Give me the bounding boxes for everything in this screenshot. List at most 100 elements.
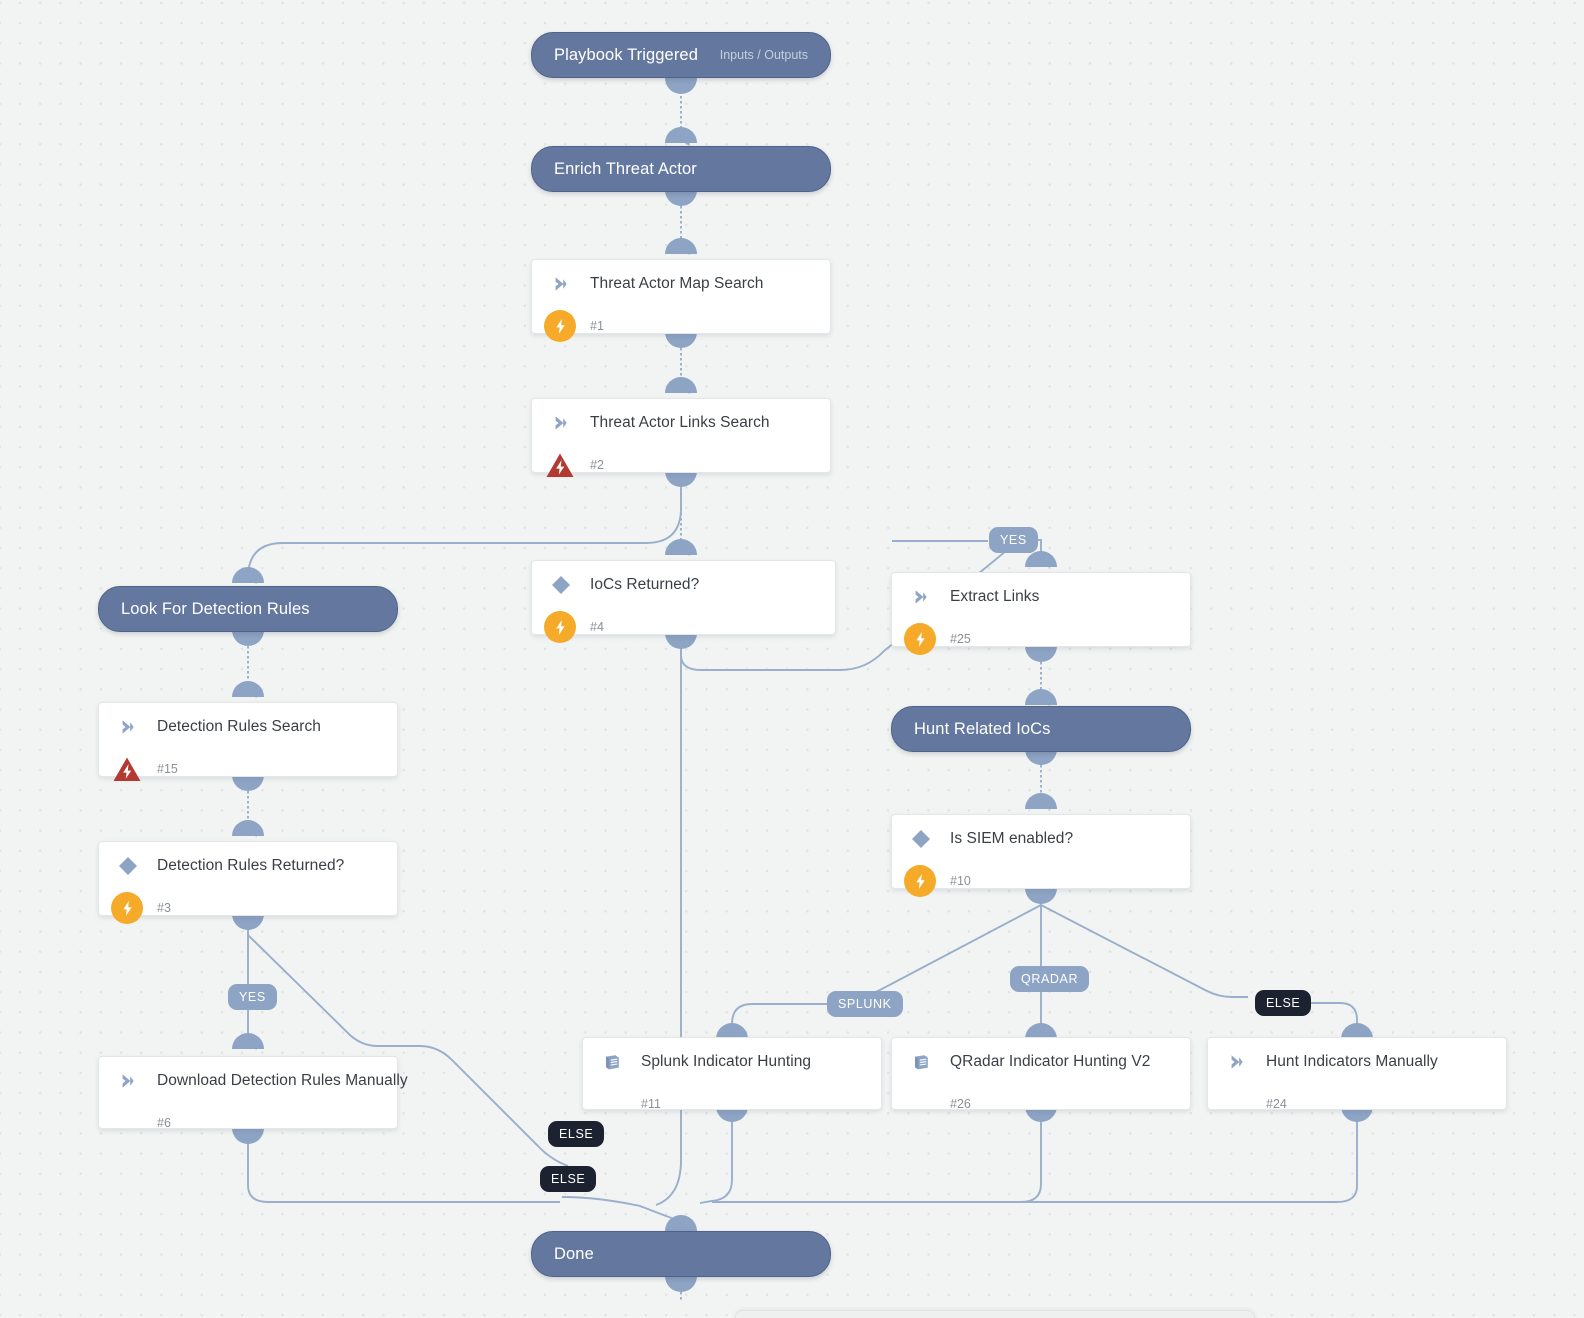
task-number: #4 (590, 620, 604, 634)
task-card-header: Detection Rules Search (99, 703, 397, 751)
edge-label-text: ELSE (559, 1127, 594, 1141)
task-number: #11 (641, 1097, 661, 1111)
phase-title: Hunt Related IoCs (914, 719, 1051, 738)
status-badge-slot (908, 1091, 934, 1117)
task-title: Download Detection Rules Manually (157, 1072, 408, 1089)
task-title: QRadar Indicator Hunting V2 (950, 1053, 1151, 1070)
phase-node-hunt-related-iocs[interactable]: Hunt Related IoCs (891, 706, 1191, 752)
task-number: #1 (590, 319, 604, 333)
chevron-right-icon (115, 714, 141, 740)
task-title: Hunt Indicators Manually (1266, 1053, 1438, 1070)
edge-label-else-manual-hunt[interactable]: ELSE (1255, 990, 1312, 1016)
task-card[interactable]: Hunt Indicators Manually #24 (1207, 1037, 1507, 1111)
status-badge-slot (544, 611, 576, 643)
status-warning-bolt-icon (111, 753, 143, 783)
task-card-footer: #6 (99, 1105, 397, 1141)
status-badge-slot (904, 623, 936, 655)
task-card-footer: #15 (99, 751, 397, 787)
status-ok-bolt-icon (544, 310, 576, 342)
edge-label-text: QRADAR (1021, 972, 1079, 986)
phase-title: Playbook Triggered (554, 45, 698, 64)
book-subplaybook-icon (908, 1049, 934, 1075)
diamond-condition-icon (908, 826, 934, 852)
task-card[interactable]: Detection Rules Search #15 (98, 702, 398, 781)
task-title: Threat Actor Map Search (590, 275, 764, 292)
task-card[interactable]: QRadar Indicator Hunting V2 #26 (891, 1037, 1191, 1111)
task-title: Threat Actor Links Search (590, 414, 770, 431)
task-number: #6 (157, 1116, 171, 1130)
status-badge-slot (113, 756, 141, 782)
task-card[interactable]: Threat Actor Map Search #1 (531, 259, 831, 342)
edge-label-yes-download-rules[interactable]: YES (228, 984, 277, 1010)
task-number: #2 (590, 458, 604, 472)
chevron-right-icon (548, 410, 574, 436)
phase-node-done[interactable]: Done (531, 1231, 831, 1277)
task-card-footer: #10 (892, 863, 1190, 899)
task-card[interactable]: Detection Rules Returned? #3 (98, 841, 398, 924)
phase-node-enrich-threat-actor[interactable]: Enrich Threat Actor (531, 146, 831, 192)
task-card-footer: #2 (532, 447, 830, 483)
edge-label-else-iocs-returned[interactable]: ELSE (548, 1121, 605, 1147)
task-card[interactable]: Is SIEM enabled? #10 (891, 814, 1191, 897)
diamond-condition-icon (115, 853, 141, 879)
task-card-header: Threat Actor Map Search (532, 260, 830, 308)
edge-label-splunk[interactable]: SPLUNK (827, 991, 903, 1017)
diamond-condition-icon (548, 572, 574, 598)
task-card[interactable]: Threat Actor Links Search #2 (531, 398, 831, 477)
task-card-header: Splunk Indicator Hunting (583, 1038, 881, 1086)
task-title: Detection Rules Returned? (157, 857, 345, 874)
edge-label-text: ELSE (551, 1172, 586, 1186)
task-title: Detection Rules Search (157, 718, 321, 735)
task-card-footer: #3 (99, 890, 397, 926)
status-badge-slot (546, 452, 574, 478)
status-ok-bolt-icon (544, 611, 576, 643)
task-title: IoCs Returned? (590, 576, 700, 593)
task-card-header: Is SIEM enabled? (892, 815, 1190, 863)
chevron-right-icon (548, 271, 574, 297)
task-number: #26 (950, 1097, 971, 1111)
task-card-footer: #26 (892, 1086, 1190, 1122)
task-card-footer: #11 (583, 1086, 881, 1122)
task-card-header: QRadar Indicator Hunting V2 (892, 1038, 1190, 1086)
task-number: #10 (950, 874, 971, 888)
bottom-floating-panel[interactable] (735, 1310, 1255, 1318)
task-title: Extract Links (950, 588, 1040, 605)
inputs-outputs-link[interactable]: Inputs / Outputs (720, 48, 808, 62)
status-badge-slot (111, 892, 143, 924)
chevron-right-icon (1224, 1049, 1250, 1075)
task-number: #24 (1266, 1097, 1287, 1111)
status-badge-slot (544, 310, 576, 342)
task-title: Is SIEM enabled? (950, 830, 1074, 847)
status-warning-bolt-icon (544, 449, 576, 479)
edge-label-qradar[interactable]: QRADAR (1010, 966, 1090, 992)
edge-label-text: YES (1000, 533, 1027, 547)
phase-node-playbook-triggered[interactable]: Playbook Triggered Inputs / Outputs (531, 32, 831, 78)
status-ok-bolt-icon (111, 892, 143, 924)
status-badge-slot (1224, 1091, 1250, 1117)
edge-label-else-detection-rules[interactable]: ELSE (540, 1166, 597, 1192)
edge-label-yes-extract-links[interactable]: YES (989, 527, 1038, 553)
status-badge-slot (115, 1110, 141, 1136)
chevron-right-icon (115, 1068, 141, 1094)
book-subplaybook-icon (599, 1049, 625, 1075)
phase-title: Look For Detection Rules (121, 599, 310, 618)
status-ok-bolt-icon (904, 623, 936, 655)
status-badge-slot (599, 1091, 625, 1117)
task-card-header: Hunt Indicators Manually (1208, 1038, 1506, 1086)
task-card[interactable]: IoCs Returned? #4 (531, 560, 836, 643)
task-card-footer: #25 (892, 621, 1190, 657)
status-badge-slot (904, 865, 936, 897)
task-card-header: Extract Links (892, 573, 1190, 621)
task-number: #3 (157, 901, 171, 915)
task-card-footer: #4 (532, 609, 835, 645)
task-card-header: Detection Rules Returned? (99, 842, 397, 890)
edge-label-text: SPLUNK (838, 997, 892, 1011)
task-title: Splunk Indicator Hunting (641, 1053, 812, 1070)
task-number: #25 (950, 632, 971, 646)
task-card[interactable]: Download Detection Rules Manually #6 (98, 1056, 408, 1130)
phase-node-look-for-detection-rules[interactable]: Look For Detection Rules (98, 586, 398, 632)
task-card[interactable]: Extract Links #25 (891, 572, 1191, 655)
task-number: #15 (157, 762, 178, 776)
playbook-canvas[interactable]: .ln { fill:none; stroke:#9aafcb; stroke-… (0, 0, 1584, 1318)
task-card[interactable]: Splunk Indicator Hunting #11 (582, 1037, 882, 1111)
